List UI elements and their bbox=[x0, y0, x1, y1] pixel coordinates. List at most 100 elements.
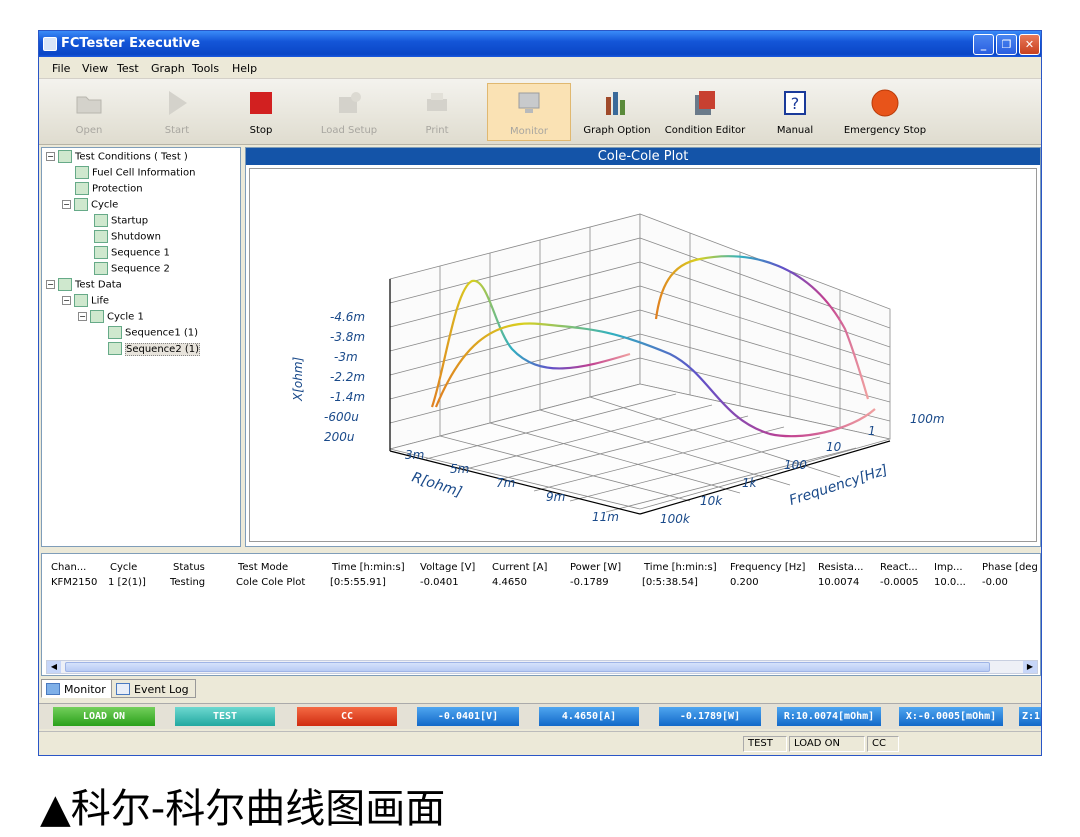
y-tick-5: 1 bbox=[868, 424, 876, 438]
emergency-stop-button[interactable]: Emergency Stop bbox=[843, 83, 927, 141]
window-title: FCTester Executive bbox=[61, 36, 201, 51]
col-header-phase[interactable]: Phase [deg bbox=[982, 562, 1038, 573]
minimize-button[interactable]: _ bbox=[973, 34, 994, 55]
tree-node-test-conditions[interactable]: − Test Conditions ( Test ) bbox=[46, 150, 188, 163]
col-header-time[interactable]: Time [h:min:s] bbox=[332, 562, 405, 573]
tree-node-test-data[interactable]: − Test Data bbox=[46, 278, 122, 291]
menu-bar: File View Test Graph Tools Help bbox=[39, 57, 1041, 79]
load-icon bbox=[339, 92, 361, 113]
tree-node-fuel-cell-info[interactable]: Fuel Cell Information bbox=[75, 166, 195, 179]
folder-icon bbox=[58, 150, 72, 163]
test-indicator[interactable]: TEST bbox=[175, 707, 275, 726]
tree-node-sequence-2[interactable]: Sequence 2 bbox=[94, 262, 170, 275]
status-cc: CC bbox=[867, 736, 899, 752]
tree-node-sequence-1[interactable]: Sequence 1 bbox=[94, 246, 170, 259]
col-header-test-mode[interactable]: Test Mode bbox=[238, 562, 288, 573]
manual-button[interactable]: ? Manual bbox=[753, 83, 837, 141]
sequence-icon bbox=[108, 326, 122, 339]
data-table: Chan... Cycle Status Test Mode Time [h:m… bbox=[41, 553, 1041, 676]
tab-monitor[interactable]: Monitor bbox=[41, 679, 113, 698]
col-header-cycle[interactable]: Cycle bbox=[110, 562, 137, 573]
col-header-time-2[interactable]: Time [h:min:s] bbox=[644, 562, 717, 573]
cc-indicator[interactable]: CC bbox=[297, 707, 397, 726]
monitor-icon bbox=[46, 683, 60, 695]
menu-tools[interactable]: Tools bbox=[192, 62, 219, 75]
tree-node-sequence1-1[interactable]: Sequence1 (1) bbox=[108, 326, 198, 339]
tree-node-shutdown[interactable]: Shutdown bbox=[94, 230, 161, 243]
z-axis-label: X[ohm] bbox=[291, 356, 305, 402]
tab-event-log[interactable]: Event Log bbox=[111, 679, 196, 698]
cole-cole-3d-plot: -4.6m -3.8m -3m -2.2m -1.4m -600u 200u X… bbox=[291, 213, 945, 526]
col-header-impedance[interactable]: Imp... bbox=[934, 562, 963, 573]
tree-node-startup[interactable]: Startup bbox=[94, 214, 148, 227]
menu-test[interactable]: Test bbox=[117, 62, 139, 75]
sequence-icon bbox=[94, 246, 108, 259]
close-button[interactable]: ✕ bbox=[1019, 34, 1040, 55]
menu-view[interactable]: View bbox=[82, 62, 108, 75]
col-header-channel[interactable]: Chan... bbox=[51, 562, 86, 573]
y-tick-4: 10 bbox=[826, 440, 842, 454]
z-tick-4: -1.4m bbox=[330, 390, 365, 404]
status-buttons-bar: LOAD ON TEST CC -0.0401[V] 4.4650[A] -0.… bbox=[39, 703, 1041, 729]
menu-graph[interactable]: Graph bbox=[151, 62, 185, 75]
status-load-on: LOAD ON bbox=[789, 736, 865, 752]
col-header-frequency[interactable]: Frequency [Hz] bbox=[730, 562, 805, 573]
col-header-power[interactable]: Power [W] bbox=[570, 562, 621, 573]
open-button[interactable]: Open bbox=[47, 83, 131, 141]
tree-node-sequence2-1[interactable]: Sequence2 (1) bbox=[108, 342, 201, 356]
menu-help[interactable]: Help bbox=[232, 62, 257, 75]
status-test: TEST bbox=[743, 736, 787, 752]
z-tick-5: -600u bbox=[324, 410, 359, 424]
tree-node-protection[interactable]: Protection bbox=[75, 182, 143, 195]
monitor-icon bbox=[518, 92, 540, 113]
tree-node-cycle[interactable]: − Cycle bbox=[62, 198, 118, 211]
tree-node-life[interactable]: − Life bbox=[62, 294, 109, 307]
horizontal-scrollbar[interactable]: ◀ ▶ bbox=[46, 660, 1038, 674]
y-tick-6: 100m bbox=[910, 412, 945, 426]
restore-button[interactable]: ❐ bbox=[996, 34, 1017, 55]
x-tick-1: 5m bbox=[450, 462, 469, 476]
chart-area: -4.6m -3.8m -3m -2.2m -1.4m -600u 200u X… bbox=[249, 168, 1037, 542]
col-header-status[interactable]: Status bbox=[173, 562, 205, 573]
stop-button[interactable]: Stop bbox=[219, 83, 303, 141]
cycle-icon bbox=[90, 310, 104, 323]
impedance-readout: Z:1 bbox=[1019, 707, 1041, 726]
col-header-resistance[interactable]: Resista... bbox=[818, 562, 863, 573]
sequence-icon bbox=[94, 262, 108, 275]
print-button[interactable]: Print bbox=[395, 83, 479, 141]
toolbar: Open Start Stop Load Setup Print Monitor… bbox=[39, 79, 1041, 145]
scroll-thumb[interactable] bbox=[65, 662, 990, 672]
graph-option-button[interactable]: Graph Option bbox=[575, 83, 659, 141]
startup-icon bbox=[94, 214, 108, 227]
load-setup-button[interactable]: Load Setup bbox=[307, 83, 391, 141]
x-tick-2: 7m bbox=[496, 476, 515, 490]
start-button[interactable]: Start bbox=[135, 83, 219, 141]
monitor-button[interactable]: Monitor bbox=[487, 83, 571, 141]
x-tick-0: 3m bbox=[405, 448, 424, 462]
title-bar: FCTester Executive _ ❐ ✕ bbox=[39, 31, 1041, 57]
voltage-readout: -0.0401[V] bbox=[417, 707, 519, 726]
z-tick-0: -4.6m bbox=[330, 310, 365, 324]
fuel-cell-icon bbox=[75, 166, 89, 179]
scroll-left-icon[interactable]: ◀ bbox=[47, 661, 61, 673]
z-tick-3: -2.2m bbox=[330, 370, 365, 384]
stop-icon bbox=[250, 92, 272, 114]
help-icon: ? bbox=[784, 91, 806, 115]
tree-node-cycle-1[interactable]: − Cycle 1 bbox=[78, 310, 144, 323]
printer-icon bbox=[427, 93, 447, 111]
resistance-readout: R:10.0074[mOhm] bbox=[777, 707, 881, 726]
col-header-current[interactable]: Current [A] bbox=[492, 562, 547, 573]
menu-file[interactable]: File bbox=[52, 62, 70, 75]
condition-editor-button[interactable]: Condition Editor bbox=[663, 83, 747, 141]
col-header-voltage[interactable]: Voltage [V] bbox=[420, 562, 475, 573]
bottom-tabs: Monitor Event Log bbox=[41, 679, 1041, 699]
life-icon bbox=[74, 294, 88, 307]
col-header-reactance[interactable]: React... bbox=[880, 562, 918, 573]
scroll-right-icon[interactable]: ▶ bbox=[1023, 661, 1037, 673]
y-tick-3: 100 bbox=[784, 458, 807, 472]
reactance-readout: X:-0.0005[mOhm] bbox=[899, 707, 1003, 726]
test-tree: − Test Conditions ( Test ) Fuel Cell Info… bbox=[41, 147, 241, 547]
z-tick-2: -3m bbox=[334, 350, 358, 364]
load-on-indicator[interactable]: LOAD ON bbox=[53, 707, 155, 726]
y-tick-2: 1k bbox=[742, 476, 758, 490]
